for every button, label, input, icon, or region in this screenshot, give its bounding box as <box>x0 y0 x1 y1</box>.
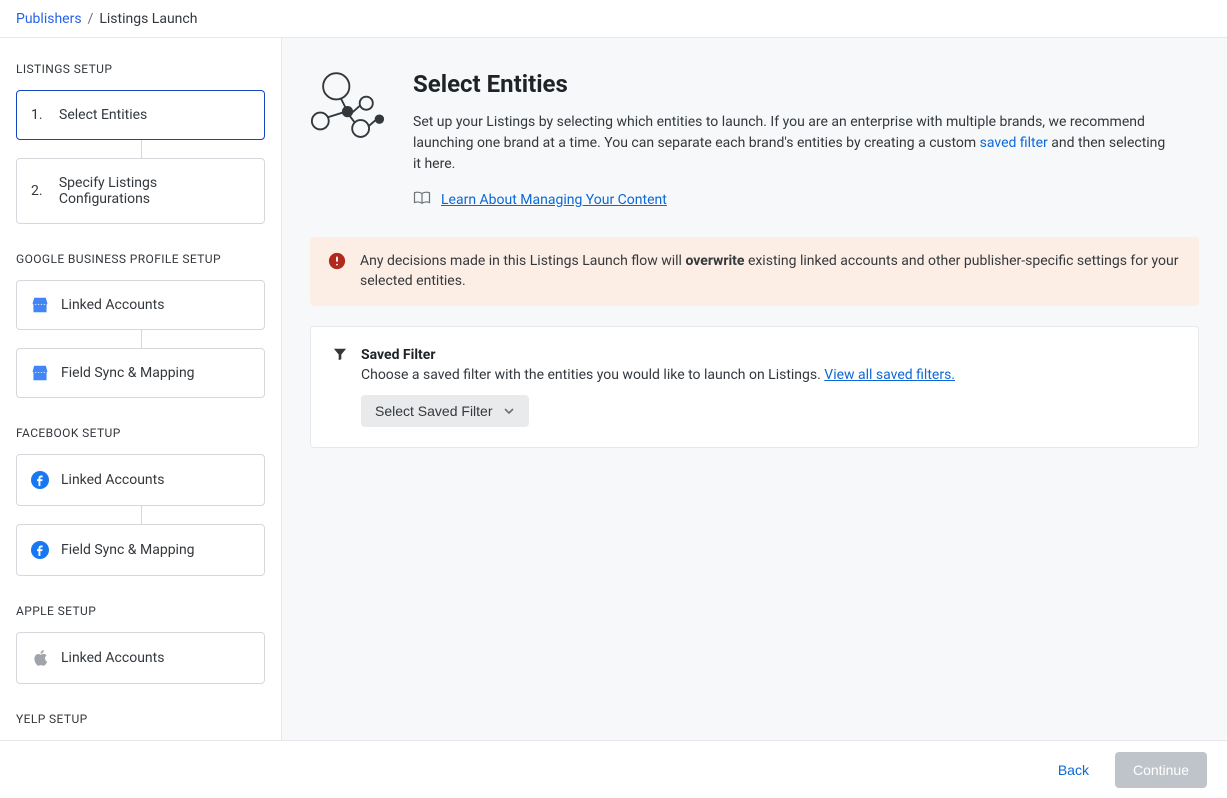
continue-button[interactable]: Continue <box>1115 752 1207 788</box>
sidebar: LISTINGS SETUP 1. Select Entities 2. Spe… <box>0 38 282 740</box>
sidebar-apple-linked-accounts[interactable]: Linked Accounts <box>16 632 265 684</box>
dropdown-label: Select Saved Filter <box>375 403 493 419</box>
step-label: Select Entities <box>59 107 147 123</box>
step-connector <box>141 140 142 158</box>
google-business-icon <box>31 297 49 313</box>
back-button[interactable]: Back <box>1050 756 1097 784</box>
sidebar-step-specify-configurations[interactable]: 2. Specify Listings Configurations <box>16 158 265 224</box>
facebook-icon <box>31 471 49 489</box>
sidebar-section-google: GOOGLE BUSINESS PROFILE SETUP <box>16 252 265 266</box>
step-number: 1. <box>31 107 47 123</box>
warning-icon <box>328 252 346 270</box>
sidebar-item-label: Field Sync & Mapping <box>61 542 195 558</box>
sidebar-facebook-field-sync[interactable]: Field Sync & Mapping <box>16 524 265 576</box>
footer-bar: Back Continue <box>0 740 1227 798</box>
sidebar-facebook-linked-accounts[interactable]: Linked Accounts <box>16 454 265 506</box>
sidebar-item-label: Linked Accounts <box>61 472 164 488</box>
saved-filter-title: Saved Filter <box>361 347 1176 363</box>
view-all-saved-filters-link[interactable]: View all saved filters. <box>824 367 955 383</box>
step-connector <box>141 330 142 348</box>
alert-text-bold: overwrite <box>685 253 744 269</box>
chevron-down-icon <box>503 405 515 417</box>
saved-filter-description: Choose a saved filter with the entities … <box>361 367 824 383</box>
breadcrumb-separator: / <box>88 11 94 27</box>
sidebar-section-facebook: FACEBOOK SETUP <box>16 426 265 440</box>
alert-text-before: Any decisions made in this Listings Laun… <box>360 253 685 269</box>
apple-icon <box>31 649 49 667</box>
page-title: Select Entities <box>413 70 1173 98</box>
page-description: Set up your Listings by selecting which … <box>413 112 1173 175</box>
sidebar-section-listings-setup: LISTINGS SETUP <box>16 62 265 76</box>
main-content: Select Entities Set up your Listings by … <box>282 38 1227 740</box>
sidebar-item-label: Linked Accounts <box>61 650 164 666</box>
facebook-icon <box>31 541 49 559</box>
step-number: 2. <box>31 183 47 199</box>
entities-network-icon <box>310 70 385 146</box>
breadcrumb: Publishers / Listings Launch <box>0 0 1227 38</box>
overwrite-warning-alert: Any decisions made in this Listings Laun… <box>310 237 1199 306</box>
breadcrumb-publishers-link[interactable]: Publishers <box>16 11 82 27</box>
saved-filter-inline-link[interactable]: saved filter <box>980 135 1048 151</box>
book-open-icon <box>413 191 431 209</box>
google-business-icon <box>31 365 49 381</box>
sidebar-step-select-entities[interactable]: 1. Select Entities <box>16 90 265 140</box>
select-saved-filter-dropdown[interactable]: Select Saved Filter <box>361 395 529 427</box>
sidebar-section-yelp: YELP SETUP <box>16 712 265 726</box>
sidebar-google-field-sync[interactable]: Field Sync & Mapping <box>16 348 265 398</box>
filter-icon <box>333 347 347 365</box>
sidebar-google-linked-accounts[interactable]: Linked Accounts <box>16 280 265 330</box>
learn-managing-content-link[interactable]: Learn About Managing Your Content <box>441 192 667 208</box>
step-connector <box>141 506 142 524</box>
step-label: Specify Listings Configurations <box>59 175 250 207</box>
breadcrumb-current: Listings Launch <box>99 11 197 27</box>
sidebar-section-apple: APPLE SETUP <box>16 604 265 618</box>
sidebar-item-label: Linked Accounts <box>61 297 164 313</box>
sidebar-item-label: Field Sync & Mapping <box>61 365 195 381</box>
saved-filter-panel: Saved Filter Choose a saved filter with … <box>310 326 1199 448</box>
